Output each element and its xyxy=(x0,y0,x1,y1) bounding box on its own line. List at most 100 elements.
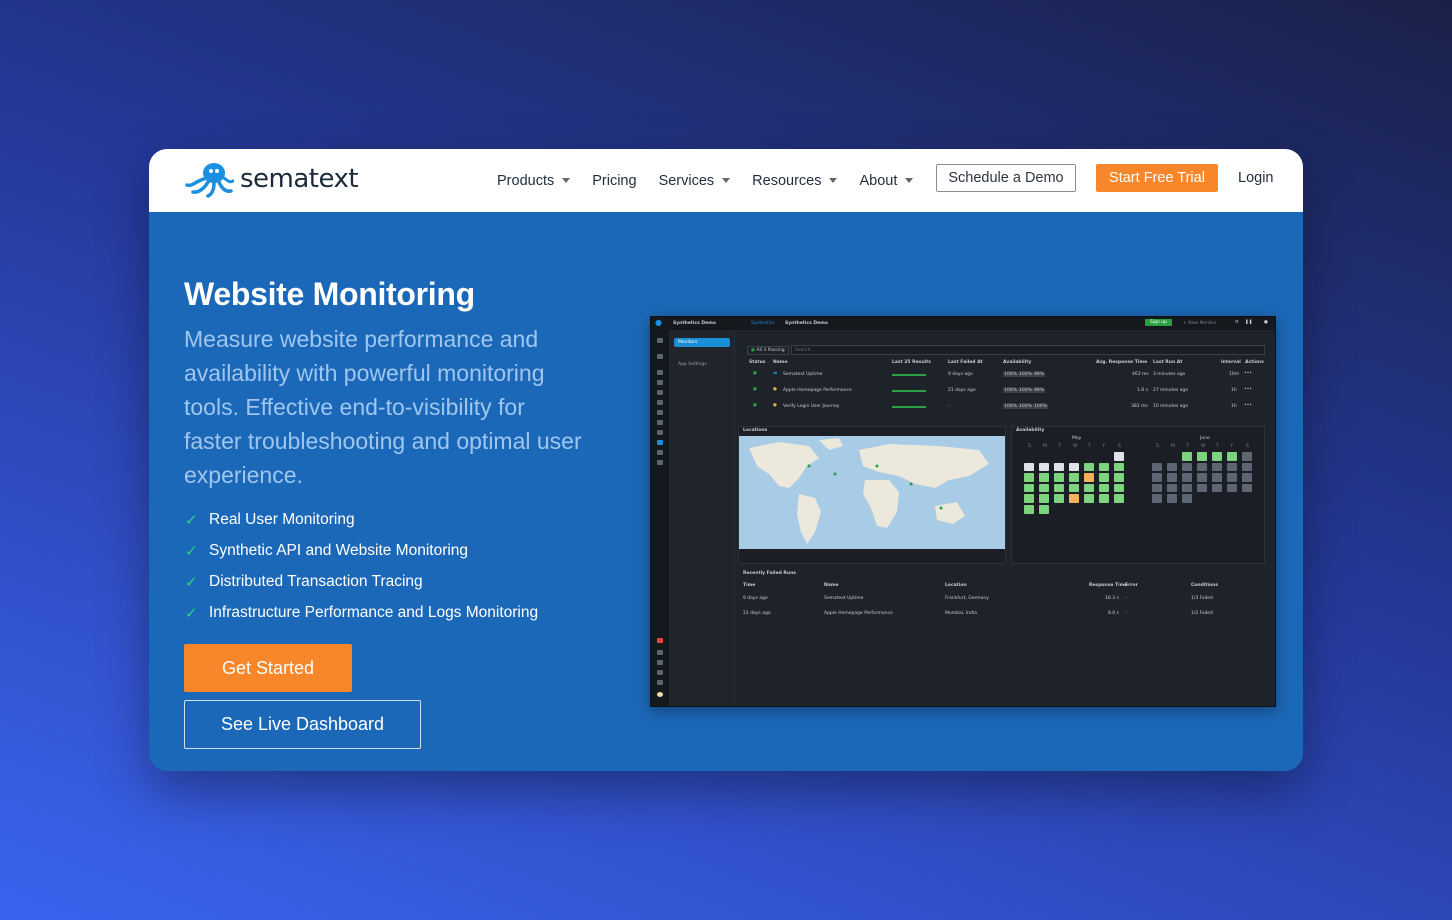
day-cell[interactable] xyxy=(1024,483,1034,493)
login-link[interactable]: Login xyxy=(1238,170,1273,186)
day-cell[interactable] xyxy=(1099,473,1109,482)
new-monitor-button[interactable]: + New Monitor xyxy=(1183,321,1217,326)
day-cell[interactable] xyxy=(1167,473,1177,482)
column-header[interactable]: Avg. Response Time xyxy=(1096,360,1147,365)
monitor-name[interactable]: Apple Homepage Performance xyxy=(783,388,852,393)
schedule-demo-button[interactable]: Schedule a Demo xyxy=(936,164,1076,192)
failed-name[interactable]: Apple Homepage Performance xyxy=(824,611,893,616)
logo[interactable]: sematext xyxy=(184,159,359,199)
day-cell[interactable] xyxy=(1039,504,1049,514)
nav-item-about[interactable]: About xyxy=(859,173,914,189)
synthetics-icon[interactable] xyxy=(657,440,663,445)
day-cell[interactable] xyxy=(1054,473,1064,482)
column-header[interactable]: Last Failed At xyxy=(948,360,983,365)
day-cell[interactable] xyxy=(1242,473,1252,482)
document-icon[interactable] xyxy=(657,420,663,425)
day-cell[interactable] xyxy=(1069,462,1079,472)
folder-icon[interactable] xyxy=(657,400,663,405)
info-icon[interactable] xyxy=(657,660,663,665)
column-header[interactable]: Time xyxy=(743,583,755,588)
see-live-dashboard-button[interactable]: See Live Dashboard xyxy=(184,700,421,749)
help-icon[interactable]: ● xyxy=(1264,320,1268,325)
day-cell[interactable] xyxy=(1114,462,1124,472)
day-cell[interactable] xyxy=(1084,462,1094,472)
day-cell[interactable] xyxy=(1039,483,1049,493)
flag-icon[interactable] xyxy=(657,450,663,455)
day-cell[interactable] xyxy=(1167,462,1177,472)
world-map[interactable] xyxy=(739,436,1005,549)
day-cell[interactable] xyxy=(1069,494,1079,503)
day-cell[interactable] xyxy=(1024,504,1034,514)
day-cell[interactable] xyxy=(1114,452,1124,461)
column-header[interactable]: Conditions xyxy=(1191,583,1218,588)
monitor-name[interactable]: Sematext Uptime xyxy=(783,372,822,377)
more-icon[interactable]: ••• xyxy=(1244,371,1252,376)
day-cell[interactable] xyxy=(1024,473,1034,482)
day-cell[interactable] xyxy=(1084,473,1094,482)
signup-button[interactable]: Sign up xyxy=(1145,319,1172,326)
refresh-icon[interactable]: ⟳ xyxy=(1235,320,1239,325)
day-cell[interactable] xyxy=(1039,494,1049,503)
day-cell[interactable] xyxy=(1054,462,1064,472)
filter-all-passing[interactable]: ● All 3 Passing xyxy=(747,346,789,355)
column-header[interactable]: Status xyxy=(749,360,765,365)
day-cell[interactable] xyxy=(1054,494,1064,503)
day-cell[interactable] xyxy=(1212,483,1222,493)
globe-icon[interactable] xyxy=(657,390,663,395)
gift-icon[interactable] xyxy=(657,638,663,643)
pin-icon[interactable] xyxy=(657,354,663,359)
day-cell[interactable] xyxy=(1182,483,1192,493)
grid-icon[interactable] xyxy=(657,410,663,415)
column-header[interactable]: Interval xyxy=(1221,360,1241,365)
failed-name[interactable]: Sematext Uptime xyxy=(824,596,863,601)
search-icon[interactable] xyxy=(657,338,663,343)
day-cell[interactable] xyxy=(1152,473,1162,482)
day-cell[interactable] xyxy=(1167,483,1177,493)
search-input[interactable]: Search... xyxy=(791,345,1265,355)
day-cell[interactable] xyxy=(1242,483,1252,493)
day-cell[interactable] xyxy=(1152,494,1162,503)
megaphone-icon[interactable] xyxy=(657,650,663,655)
day-cell[interactable] xyxy=(1197,483,1207,493)
day-cell[interactable] xyxy=(1152,483,1162,493)
day-cell[interactable] xyxy=(1039,462,1049,472)
alert-icon[interactable] xyxy=(657,460,663,465)
pause-icon[interactable]: ❚❚ xyxy=(1245,320,1253,325)
nav-item-services[interactable]: Services xyxy=(659,173,731,189)
column-header[interactable]: Last 25 Results xyxy=(892,360,931,365)
sidebar-item-app-settings[interactable]: App Settings xyxy=(678,362,707,367)
start-free-trial-button[interactable]: Start Free Trial xyxy=(1096,164,1218,192)
column-header[interactable]: Availability xyxy=(1003,360,1031,365)
day-cell[interactable] xyxy=(1212,462,1222,472)
nav-item-pricing[interactable]: Pricing xyxy=(592,173,636,189)
avatar[interactable] xyxy=(657,692,663,697)
day-cell[interactable] xyxy=(1227,483,1237,493)
day-cell[interactable] xyxy=(1099,462,1109,472)
monitor-name[interactable]: Verify Login User Journey xyxy=(783,404,839,409)
nav-item-products[interactable]: Products xyxy=(497,173,571,189)
column-header[interactable]: Last Run At xyxy=(1153,360,1182,365)
sidebar-item-monitors[interactable]: Monitors xyxy=(674,338,730,347)
day-cell[interactable] xyxy=(1069,483,1079,493)
day-cell[interactable] xyxy=(1227,462,1237,472)
column-header[interactable]: Error xyxy=(1125,583,1138,588)
get-started-button[interactable]: Get Started xyxy=(184,644,352,692)
day-cell[interactable] xyxy=(1039,473,1049,482)
day-cell[interactable] xyxy=(1212,452,1222,461)
day-cell[interactable] xyxy=(1084,483,1094,493)
day-cell[interactable] xyxy=(1114,494,1124,503)
day-cell[interactable] xyxy=(1212,473,1222,482)
more-icon[interactable]: ••• xyxy=(1244,387,1252,392)
column-header[interactable]: Name xyxy=(824,583,839,588)
more-icon[interactable]: ••• xyxy=(1244,403,1252,408)
day-cell[interactable] xyxy=(1069,473,1079,482)
day-cell[interactable] xyxy=(1084,494,1094,503)
day-cell[interactable] xyxy=(1099,483,1109,493)
day-cell[interactable] xyxy=(1099,494,1109,503)
column-header[interactable]: Name xyxy=(773,360,788,365)
nav-item-resources[interactable]: Resources xyxy=(752,173,838,189)
day-cell[interactable] xyxy=(1024,494,1034,503)
day-cell[interactable] xyxy=(1227,473,1237,482)
day-cell[interactable] xyxy=(1024,462,1034,472)
day-cell[interactable] xyxy=(1114,473,1124,482)
